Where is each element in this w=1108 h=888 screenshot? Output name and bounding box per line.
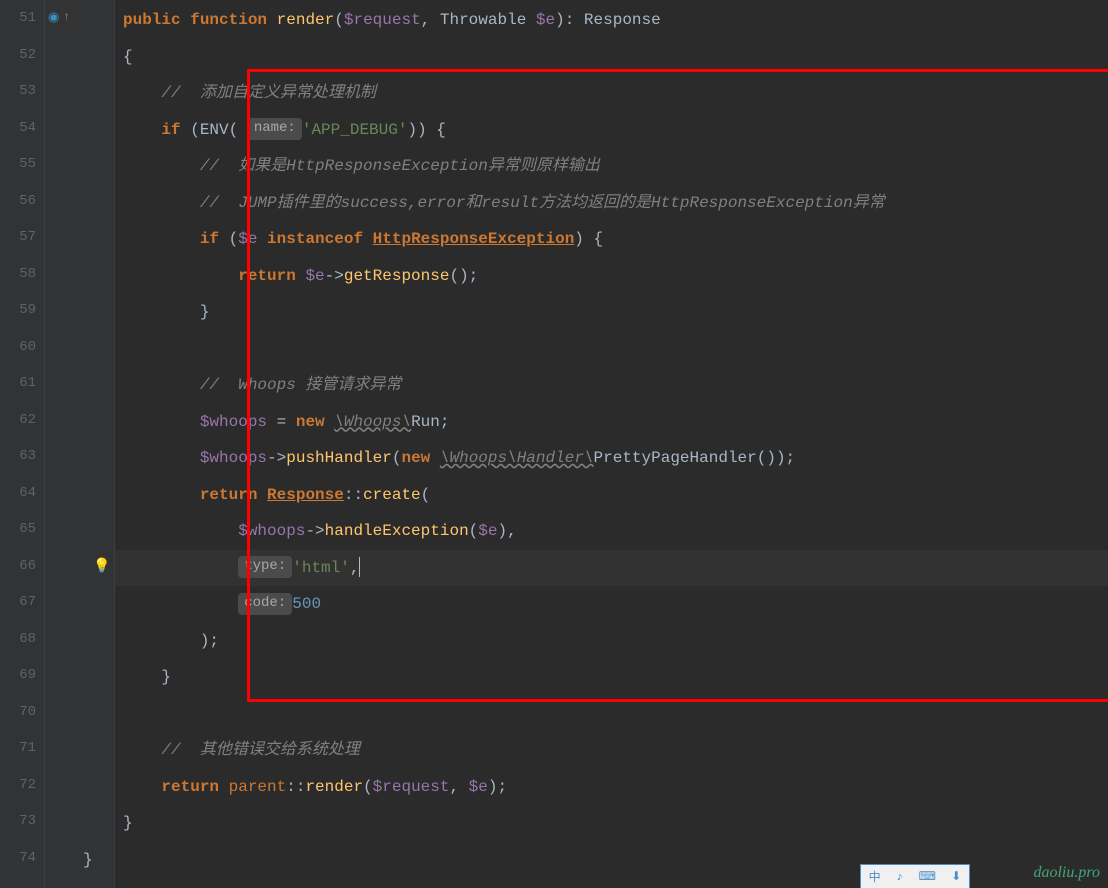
line-number: 67 xyxy=(0,584,36,621)
code-line[interactable]: return parent::render($request, $e); xyxy=(115,769,1108,806)
line-number: 66 xyxy=(0,548,36,585)
code-line[interactable]: } xyxy=(115,805,1108,842)
icon-gutter: ◉ ↑ 💡 xyxy=(45,0,115,888)
line-number: 51 xyxy=(0,0,36,37)
text-caret xyxy=(359,557,360,577)
code-line[interactable]: $whoops = new \Whoops\Run; xyxy=(115,404,1108,441)
line-number: 55 xyxy=(0,146,36,183)
line-number: 61 xyxy=(0,365,36,402)
line-number: 73 xyxy=(0,803,36,840)
line-number: 65 xyxy=(0,511,36,548)
up-arrow-icon[interactable]: ↑ xyxy=(63,10,77,24)
line-number: 74 xyxy=(0,840,36,877)
code-line[interactable]: // 添加自定义异常处理机制 xyxy=(115,75,1108,112)
code-line[interactable]: // 如果是HttpResponseException异常则原样输出 xyxy=(115,148,1108,185)
line-number: 60 xyxy=(0,329,36,366)
code-line[interactable]: ); xyxy=(115,623,1108,660)
code-line[interactable] xyxy=(115,331,1108,368)
code-area[interactable]: public function render($request, Throwab… xyxy=(115,0,1108,888)
code-line[interactable]: code:500 xyxy=(115,586,1108,623)
line-number: 54 xyxy=(0,110,36,147)
line-number: 71 xyxy=(0,730,36,767)
line-number: 68 xyxy=(0,621,36,658)
code-line-current[interactable]: type:'html', xyxy=(115,550,1108,587)
line-number: 64 xyxy=(0,475,36,512)
param-hint: type: xyxy=(238,556,292,578)
line-number: 57 xyxy=(0,219,36,256)
code-line[interactable]: $whoops->handleException($e), xyxy=(115,513,1108,550)
line-number: 63 xyxy=(0,438,36,475)
code-line[interactable]: } xyxy=(115,294,1108,331)
code-line[interactable]: if (ENV( name:'APP_DEBUG')) { xyxy=(115,112,1108,149)
code-line[interactable]: { xyxy=(115,39,1108,76)
code-line[interactable] xyxy=(115,696,1108,733)
line-number: 59 xyxy=(0,292,36,329)
param-hint: code: xyxy=(238,593,292,615)
line-number: 69 xyxy=(0,657,36,694)
line-number: 70 xyxy=(0,694,36,731)
code-line[interactable]: public function render($request, Throwab… xyxy=(115,2,1108,39)
line-number: 53 xyxy=(0,73,36,110)
code-line[interactable]: // Whoops 接管请求异常 xyxy=(115,367,1108,404)
line-number: 58 xyxy=(0,256,36,293)
code-line[interactable]: $whoops->pushHandler(new \Whoops\Handler… xyxy=(115,440,1108,477)
override-icon[interactable]: ◉ xyxy=(48,10,62,24)
ime-toolbar[interactable]: 中 ♪ ⌨ ⬇ xyxy=(860,864,970,888)
param-hint: name: xyxy=(248,118,302,140)
code-line[interactable]: // JUMP插件里的success,error和result方法均返回的是Ht… xyxy=(115,185,1108,222)
line-number: 62 xyxy=(0,402,36,439)
code-editor[interactable]: 51 52 53 54 55 56 57 58 59 60 61 62 63 6… xyxy=(0,0,1108,888)
code-line[interactable]: return $e->getResponse(); xyxy=(115,258,1108,295)
ime-lang-icon[interactable]: 中 xyxy=(869,868,881,885)
line-number: 52 xyxy=(0,37,36,74)
code-line[interactable]: if ($e instanceof HttpResponseException)… xyxy=(115,221,1108,258)
code-line[interactable]: // 其他错误交给系统处理 xyxy=(115,732,1108,769)
watermark: daoliu.pro xyxy=(1033,864,1100,882)
line-number: 56 xyxy=(0,183,36,220)
ime-dropdown-icon[interactable]: ⬇ xyxy=(951,869,961,884)
code-line[interactable]: } xyxy=(115,659,1108,696)
line-number-gutter: 51 52 53 54 55 56 57 58 59 60 61 62 63 6… xyxy=(0,0,45,888)
ime-sound-icon[interactable]: ♪ xyxy=(896,870,903,884)
intention-bulb-icon[interactable]: 💡 xyxy=(93,558,107,572)
line-number: 72 xyxy=(0,767,36,804)
code-line[interactable]: return Response::create( xyxy=(115,477,1108,514)
ime-keyboard-icon[interactable]: ⌨ xyxy=(919,869,936,884)
